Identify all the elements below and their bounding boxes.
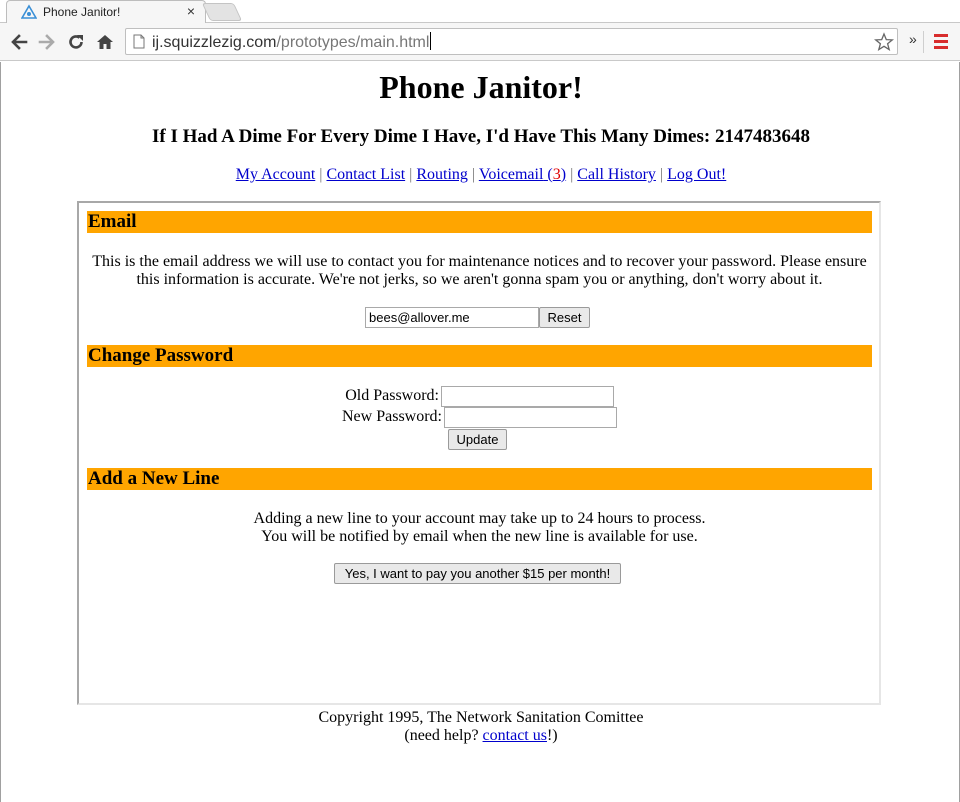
contact-us-link[interactable]: contact us [483,727,547,744]
nav-separator: | [409,166,413,183]
nav-separator: | [471,166,476,183]
new-password-label: New Password: [342,408,442,425]
main-navigation: My Account | Contact List | Routing | Vo… [1,166,960,184]
home-icon[interactable] [95,32,115,52]
nav-contact-list[interactable]: Contact List [326,166,405,183]
toolbar-divider [923,31,924,53]
browser-toolbar: ij.squizzlezig.com/prototypes/main.html … [0,23,960,61]
help-suffix: !) [546,727,558,744]
update-password-button[interactable]: Update [448,429,507,450]
browser-menu-icon[interactable] [934,34,948,50]
account-settings-panel: Email This is the email address we will … [77,201,881,705]
new-line-notice-2: You will be notified by email when the n… [261,528,698,545]
nav-voicemail-close: ) [560,166,567,183]
site-favicon-icon [21,4,37,19]
reload-icon[interactable] [66,32,86,52]
back-arrow-icon[interactable] [9,32,29,52]
old-password-field[interactable] [441,386,614,407]
tab-title: Phone Janitor! [43,5,121,19]
old-password-label: Old Password: [345,387,439,404]
page-viewport: Phone Janitor! If I Had A Dime For Every… [0,62,960,802]
email-section-heading: Email [87,211,872,233]
nav-voicemail[interactable]: Voicemail (3) [479,166,566,183]
new-line-section-heading: Add a New Line [87,468,872,490]
copyright-text: Copyright 1995, The Network Sanitation C… [318,709,644,726]
reset-email-button[interactable]: Reset [539,307,590,328]
new-tab-button[interactable] [201,3,243,21]
new-line-notice-1: Adding a new line to your account may ta… [253,510,706,527]
nav-log-out[interactable]: Log Out! [667,166,726,183]
nav-separator: | [570,166,574,183]
email-input[interactable] [365,307,539,328]
tab-close-icon[interactable]: × [187,3,195,19]
email-description: This is the email address we will use to… [92,253,867,288]
nav-separator: | [659,166,664,183]
nav-my-account[interactable]: My Account [236,166,316,183]
add-line-confirm-button[interactable]: Yes, I want to pay you another $15 per m… [334,563,621,584]
site-subtitle: If I Had A Dime For Every Dime I Have, I… [152,126,810,147]
nav-voicemail-label: Voicemail [478,166,544,183]
url-text[interactable]: ij.squizzlezig.com/prototypes/main.html [152,32,432,52]
password-section-heading: Change Password [87,345,872,367]
page-icon [133,34,145,49]
voicemail-count-badge: 3 [552,166,561,183]
site-title: Phone Janitor! [379,69,583,105]
extensions-overflow-icon[interactable]: » [909,31,917,47]
nav-routing[interactable]: Routing [416,166,468,183]
page-footer: Copyright 1995, The Network Sanitation C… [1,709,960,745]
url-path: /prototypes/main.html [276,34,430,51]
url-host: ij.squizzlezig.com [152,34,277,51]
bookmark-star-icon[interactable] [874,32,894,52]
nav-separator: | [319,166,323,183]
new-password-field[interactable] [444,407,617,428]
nav-call-history[interactable]: Call History [577,166,656,183]
address-bar[interactable]: ij.squizzlezig.com/prototypes/main.html [125,28,898,55]
browser-tab[interactable]: Phone Janitor! × [6,0,206,24]
tab-strip: Phone Janitor! × [0,0,960,24]
help-prefix: (need help? [404,727,483,744]
help-line: (need help? contact us!) [1,727,960,745]
text-caret [430,32,432,50]
forward-arrow-icon[interactable] [37,32,57,52]
